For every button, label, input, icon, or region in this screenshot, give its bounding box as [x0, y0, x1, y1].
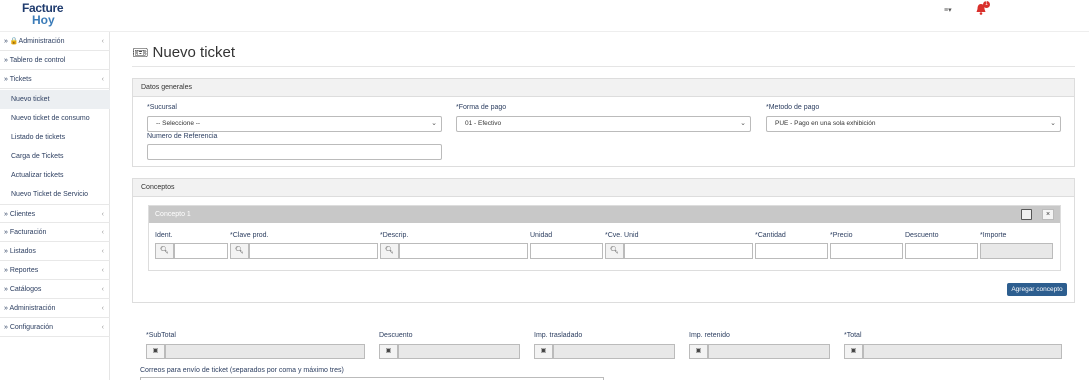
subtotal-input: [165, 344, 365, 359]
col-clave-prod-label: *Clave prod.: [230, 232, 269, 239]
col-precio-label: *Precio: [830, 232, 853, 239]
chevron-left-icon: ‹: [101, 267, 104, 274]
sidebar-sub-listado-tickets[interactable]: Listado de tickets: [0, 128, 110, 147]
chevron-left-icon: ‹: [101, 38, 104, 45]
agregar-concepto-button[interactable]: Agregar concepto: [1007, 283, 1067, 296]
conceptos-header: Conceptos: [133, 179, 1074, 197]
chevron-down-icon: ⌄: [1050, 120, 1056, 127]
sidebar-item-administracion-lock[interactable]: » 🔒Administración ‹: [0, 32, 110, 51]
search-icon[interactable]: 🔍︎: [230, 243, 249, 259]
sidebar-item-tablero[interactable]: » Tablero de control: [0, 51, 110, 70]
sidebar-item-listados[interactable]: » Listados ‹: [0, 242, 110, 261]
search-icon[interactable]: 🔍︎: [605, 243, 624, 259]
chevron-left-icon: ‹: [101, 305, 104, 312]
concepto-header: Concepto 1 ×: [149, 206, 1060, 223]
metodo-pago-select[interactable]: PUE - Pago en una sola exhibición ⌄: [766, 116, 1061, 132]
remove-concepto-button[interactable]: ×: [1042, 209, 1054, 220]
sidebar-item-tickets[interactable]: » Tickets ‹: [0, 70, 110, 89]
ticket-icon: 🎟: [132, 45, 149, 60]
descuento-total-input: [398, 344, 520, 359]
importe-input: [980, 243, 1053, 259]
sidebar-item-reportes[interactable]: » Reportes ‹: [0, 261, 110, 280]
language-menu-button[interactable]: ≡▾: [944, 6, 952, 14]
sucursal-select[interactable]: -- Seleccione -- ⌄: [147, 116, 442, 132]
unidad-input[interactable]: [530, 243, 603, 259]
referencia-label: Numero de Referencia: [147, 133, 218, 140]
forma-pago-select[interactable]: 01 - Efectivo ⌄: [456, 116, 751, 132]
metodo-pago-label: *Metodo de pago: [766, 104, 820, 111]
imp-trasladado-input: [553, 344, 675, 359]
col-descrip-label: *Descrip.: [380, 232, 409, 239]
descuento-input[interactable]: [905, 243, 978, 259]
sucursal-label: *Sucursal: [147, 104, 177, 111]
col-ident-label: Ident.: [155, 232, 173, 239]
imp-trasladado-label: Imp. trasladado: [534, 332, 583, 339]
sidebar-sub-nuevo-ticket[interactable]: Nuevo ticket: [0, 90, 110, 109]
emails-label: Correos para envío de ticket (separados …: [140, 367, 344, 374]
top-bar: Facture Hoy ≡▾ 1: [0, 0, 1089, 32]
chevron-left-icon: ‹: [101, 248, 104, 255]
chevron-down-icon: ⌄: [431, 120, 437, 127]
sidebar-item-configuracion[interactable]: » Configuración ‹: [0, 318, 110, 337]
total-input: [863, 344, 1062, 359]
datos-generales-header: Datos generales: [133, 79, 1074, 97]
imp-retenido-input: [708, 344, 830, 359]
sidebar-sub-nuevo-ticket-consumo[interactable]: Nuevo ticket de consumo: [0, 109, 110, 128]
page-title: 🎟 Nuevo ticket: [132, 44, 236, 61]
save-icon[interactable]: [1021, 209, 1032, 220]
col-unidad-label: Unidad: [530, 232, 553, 239]
col-descuento-label: Descuento: [905, 232, 939, 239]
col-cve-unid-label: *Cve. Unid: [605, 232, 639, 239]
total-label: *Total: [844, 332, 862, 339]
col-cantidad-label: *Cantidad: [755, 232, 786, 239]
sidebar-sub-carga-tickets[interactable]: Carga de Tickets: [0, 147, 110, 166]
sidebar-item-catalogos[interactable]: » Catálogos ‹: [0, 280, 110, 299]
chevron-left-icon: ‹: [101, 76, 104, 83]
forma-pago-label: *Forma de pago: [456, 104, 507, 111]
sidebar: » 🔒Administración ‹ » Tablero de control…: [0, 32, 110, 380]
title-divider: [132, 66, 1075, 67]
notifications-bell-icon[interactable]: 1: [974, 1, 990, 16]
money-icon: ▣: [689, 344, 708, 359]
notification-badge: 1: [983, 1, 990, 8]
money-icon: ▣: [146, 344, 165, 359]
cantidad-input[interactable]: [755, 243, 828, 259]
chevron-left-icon: ‹: [101, 286, 104, 293]
sidebar-item-administracion[interactable]: » Administración ‹: [0, 299, 110, 318]
chevron-left-icon: ‹: [101, 324, 104, 331]
subtotal-label: *SubTotal: [146, 332, 176, 339]
chevron-down-icon: ⌄: [740, 120, 746, 127]
sidebar-item-facturacion[interactable]: » Facturación ‹: [0, 223, 110, 242]
search-icon[interactable]: 🔍︎: [155, 243, 174, 259]
clave-prod-input[interactable]: [249, 243, 378, 259]
descuento-total-label: Descuento: [379, 332, 413, 339]
money-icon: ▣: [844, 344, 863, 359]
search-icon[interactable]: 🔍︎: [380, 243, 399, 259]
precio-input[interactable]: [830, 243, 903, 259]
ident-input[interactable]: [174, 243, 228, 259]
descrip-input[interactable]: [399, 243, 528, 259]
chevron-left-icon: ‹: [101, 211, 104, 218]
money-icon: ▣: [379, 344, 398, 359]
chevron-left-icon: ‹: [101, 229, 104, 236]
sidebar-sub-actualizar-tickets[interactable]: Actualizar tickets: [0, 166, 110, 185]
cve-unid-input[interactable]: [624, 243, 753, 259]
facturehoy-logo[interactable]: Facture Hoy: [22, 2, 66, 28]
sidebar-item-clientes[interactable]: » Clientes ‹: [0, 204, 110, 223]
referencia-input[interactable]: [147, 144, 442, 160]
money-icon: ▣: [534, 344, 553, 359]
sidebar-sub-nuevo-ticket-servicio[interactable]: Nuevo Ticket de Servicio: [0, 185, 110, 204]
imp-retenido-label: Imp. retenido: [689, 332, 730, 339]
col-importe-label: *Importe: [980, 232, 1007, 239]
